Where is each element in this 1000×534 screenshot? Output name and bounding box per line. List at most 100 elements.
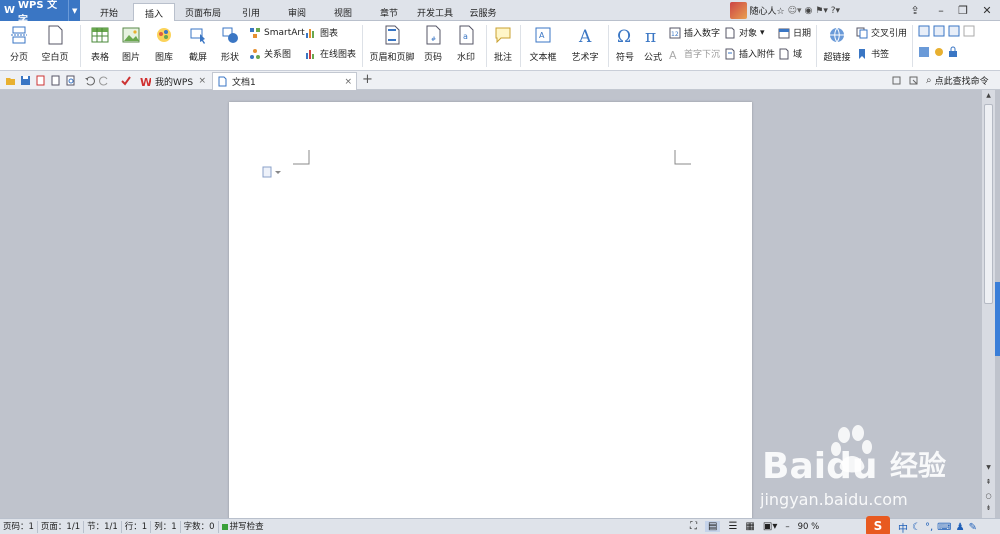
scrollbar-thumb[interactable] bbox=[984, 104, 993, 304]
hyperlink-button[interactable]: 超链接 bbox=[820, 23, 854, 69]
redo-icon[interactable] bbox=[99, 75, 110, 86]
bookmark-button[interactable]: 书签 bbox=[856, 46, 889, 61]
online-chart-button[interactable]: 在线图表 bbox=[305, 46, 356, 61]
search-input[interactable]: 点此查找命令 bbox=[935, 74, 989, 87]
smartart-button[interactable]: SmartArt bbox=[249, 25, 305, 40]
textbox-button[interactable]: A 文本框 bbox=[524, 23, 562, 69]
picture-button[interactable]: 图片 bbox=[117, 23, 145, 69]
status-word-count[interactable]: 字数：0 bbox=[181, 520, 219, 533]
chart-button[interactable]: 图表 bbox=[305, 25, 338, 40]
tab-review[interactable]: 审阅 bbox=[276, 3, 318, 21]
field-button[interactable]: 域 bbox=[778, 46, 802, 61]
format-painter-icon[interactable] bbox=[120, 75, 131, 86]
sogou-ime-icon[interactable]: S bbox=[866, 516, 890, 534]
status-section[interactable]: 节：1/1 bbox=[84, 520, 122, 533]
next-page-icon[interactable]: ⇟ bbox=[984, 504, 993, 512]
close-tab-icon[interactable]: × bbox=[198, 76, 206, 86]
table-button[interactable]: 表格 bbox=[86, 23, 114, 69]
print-preview-icon[interactable] bbox=[65, 75, 76, 86]
shape-button[interactable]: 形状 bbox=[216, 23, 244, 69]
minimize-button[interactable]: – bbox=[930, 0, 952, 21]
relation-diagram-button[interactable]: 关系图 bbox=[249, 46, 291, 61]
date-button[interactable]: 日期 bbox=[778, 25, 811, 40]
tab-chapter[interactable]: 章节 bbox=[368, 3, 410, 21]
ime-toolbar[interactable]: 中 ☾ °, ⌨ ♟ ✎ bbox=[898, 520, 977, 534]
tab-insert[interactable]: 插入 bbox=[133, 3, 175, 22]
page-break-button[interactable]: 分页 bbox=[4, 23, 34, 69]
status-page[interactable]: 页码：1 bbox=[0, 520, 38, 533]
avatar[interactable] bbox=[729, 2, 747, 19]
app-menu-button[interactable]: W WPS 文字 ▼ bbox=[0, 0, 80, 26]
reading-view-icon[interactable]: ▣▾ bbox=[763, 521, 777, 532]
maximize-button[interactable]: ❐ bbox=[952, 0, 974, 21]
command-search[interactable]: ⌕ 点此查找命令 bbox=[926, 74, 989, 87]
status-row[interactable]: 行：1 bbox=[122, 520, 152, 533]
export-pdf-icon[interactable] bbox=[35, 75, 46, 86]
scroll-up-icon[interactable]: ▲ bbox=[984, 92, 993, 99]
tab-page-layout[interactable]: 页面布局 bbox=[180, 3, 226, 21]
save-icon[interactable] bbox=[20, 75, 31, 86]
restore-ribbon-icon[interactable]: ⇪ bbox=[904, 0, 926, 21]
tab-references[interactable]: 引用 bbox=[230, 3, 272, 21]
insert-number-button[interactable]: 12 插入数字 bbox=[669, 25, 720, 40]
object-button[interactable]: 对象 ▾ bbox=[724, 25, 765, 40]
ime-language[interactable]: 中 bbox=[898, 520, 908, 534]
page-number-button[interactable]: # 页码 bbox=[418, 23, 448, 69]
user-area[interactable]: 随心人☆ ☺▾ ◉ ⚑▾ ?▾ bbox=[729, 2, 840, 19]
moon-icon[interactable]: ☾ bbox=[912, 522, 921, 533]
form-tools-icons[interactable] bbox=[918, 25, 978, 37]
paste-options-icon[interactable] bbox=[262, 166, 284, 178]
document-page[interactable] bbox=[229, 102, 752, 522]
outline-view-icon[interactable]: ☰ bbox=[728, 521, 737, 532]
insert-attachment-button[interactable]: 插入附件 bbox=[724, 46, 775, 61]
select-browse-icon[interactable]: ○ bbox=[984, 492, 993, 500]
help-icon[interactable]: ◉ ⚑▾ ?▾ bbox=[805, 6, 840, 16]
app-menu-dropdown-icon[interactable]: ▼ bbox=[68, 0, 80, 21]
tools-wrench-icon[interactable]: ✎ bbox=[969, 522, 977, 533]
punctuation-icon[interactable]: °, bbox=[925, 522, 933, 533]
header-footer-button[interactable]: 页眉和页脚 bbox=[368, 23, 416, 69]
tab-developer[interactable]: 开发工具 bbox=[412, 3, 458, 21]
close-tab-icon[interactable]: × bbox=[344, 77, 352, 87]
prev-page-icon[interactable]: ⇞ bbox=[984, 478, 993, 486]
web-view-icon[interactable]: ▦ bbox=[745, 521, 754, 532]
gallery-button[interactable]: 图库 bbox=[149, 23, 179, 69]
tab-cloud[interactable]: 云服务 bbox=[462, 3, 504, 21]
undo-icon[interactable] bbox=[84, 75, 95, 86]
keyboard-icon[interactable]: ⌨ bbox=[937, 522, 951, 533]
cross-reference-button[interactable]: 交叉引用 bbox=[856, 25, 907, 40]
protect-tools-icons[interactable] bbox=[918, 46, 963, 58]
status-pages[interactable]: 页面：1/1 bbox=[38, 520, 85, 533]
comment-button[interactable]: 批注 bbox=[490, 23, 516, 69]
symbol-button[interactable]: Ω 符号 bbox=[611, 23, 639, 69]
vertical-scrollbar[interactable]: ▲ ▼ ⇞ ○ ⇟ bbox=[982, 90, 995, 518]
screenshot-button[interactable]: 截屏 bbox=[183, 23, 213, 69]
tab-home[interactable]: 开始 bbox=[88, 3, 130, 21]
status-col[interactable]: 列：1 bbox=[151, 520, 181, 533]
zoom-out-icon[interactable]: – bbox=[785, 522, 789, 532]
doc-tab-my-wps[interactable]: W 我的WPS × bbox=[136, 72, 210, 90]
spell-check-toggle[interactable]: 拼写检查 bbox=[219, 521, 267, 533]
page-view-icon[interactable]: ▤ bbox=[705, 521, 721, 532]
view-mode-buttons[interactable]: ⛶ ▤ ☰ ▦ ▣▾ – 90 % bbox=[690, 521, 819, 532]
share-icon[interactable] bbox=[908, 75, 919, 86]
side-panel-toggle[interactable] bbox=[995, 282, 1000, 356]
user-name[interactable]: 随心人☆ bbox=[750, 4, 785, 17]
formula-button[interactable]: π 公式 bbox=[641, 23, 665, 69]
wordart-button[interactable]: A 艺术字 bbox=[566, 23, 604, 69]
zoom-level[interactable]: 90 % bbox=[798, 522, 820, 532]
skin-icon[interactable]: ☺▾ bbox=[788, 6, 802, 16]
doc-tab-document1[interactable]: 文档1 × bbox=[212, 72, 357, 90]
tab-view[interactable]: 视图 bbox=[322, 3, 364, 21]
sync-icon[interactable] bbox=[891, 75, 902, 86]
drop-cap-button[interactable]: A 首字下沉 bbox=[669, 46, 720, 61]
watermark-button[interactable]: a 水印 bbox=[451, 23, 481, 69]
skin-icon[interactable]: ♟ bbox=[956, 522, 965, 533]
open-folder-icon[interactable] bbox=[5, 75, 16, 86]
print-icon[interactable] bbox=[50, 75, 61, 86]
scroll-down-icon[interactable]: ▼ bbox=[984, 464, 993, 471]
new-tab-plus-icon[interactable]: + bbox=[362, 72, 373, 87]
close-button[interactable]: ✕ bbox=[976, 0, 998, 21]
fullscreen-icon[interactable]: ⛶ bbox=[690, 521, 697, 532]
blank-page-button[interactable]: 空白页 bbox=[36, 23, 74, 69]
